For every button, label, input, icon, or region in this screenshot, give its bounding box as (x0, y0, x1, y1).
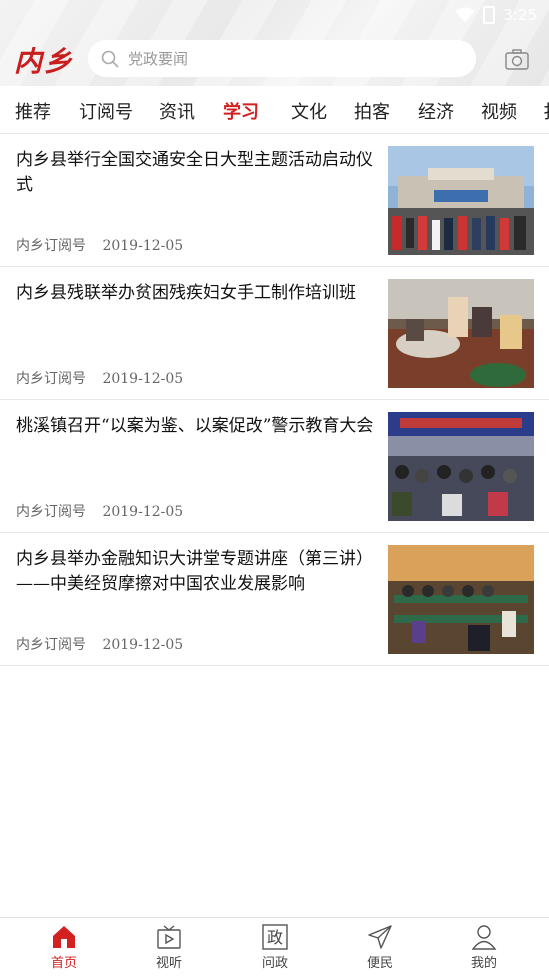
article-date: 2019-12-05 (102, 371, 184, 387)
article-thumbnail[interactable] (388, 412, 534, 521)
article-item[interactable]: 内乡县残联举办贫困残疾妇女手工制作培训班 内乡订阅号 2019-12-05 (0, 267, 549, 400)
bottom-nav: 首页 视听 政 问政 便民 我的 (0, 917, 549, 976)
article-date: 2019-12-05 (102, 637, 184, 653)
article-title[interactable]: 桃溪镇召开“以案为鉴、以案促改”警示教育大会 (16, 414, 378, 439)
nav-home[interactable]: 首页 (34, 924, 94, 971)
article-date: 2019-12-05 (102, 504, 184, 520)
article-meta: 内乡订阅号 2019-12-05 (16, 634, 183, 654)
article-title[interactable]: 内乡县举行全国交通安全日大型主题活动启动仪式 (16, 148, 378, 198)
article-item[interactable]: 桃溪镇召开“以案为鉴、以案促改”警示教育大会 内乡订阅号 2019-12-05 (0, 400, 549, 533)
home-icon (53, 926, 75, 948)
article-meta: 内乡订阅号 2019-12-05 (16, 368, 183, 388)
article-meta: 内乡订阅号 2019-12-05 (16, 501, 183, 521)
article-thumbnail[interactable] (388, 146, 534, 255)
tab-more[interactable]: 扌 (543, 98, 549, 124)
article-source: 内乡订阅号 (16, 371, 86, 387)
article-title[interactable]: 内乡县举办金融知识大讲堂专题讲座（第三讲）——中美经贸摩擦对中国农业发展影响 (16, 547, 378, 597)
search-input[interactable]: 党政要闻 (88, 40, 476, 77)
tab-news[interactable]: 资讯 (159, 98, 195, 124)
article-source: 内乡订阅号 (16, 504, 86, 520)
wifi-icon (455, 7, 476, 22)
nav-profile[interactable]: 我的 (454, 924, 514, 971)
article-thumbnail[interactable] (388, 545, 534, 654)
article-source: 内乡订阅号 (16, 238, 86, 254)
status-bar: 3:25 (455, 4, 537, 26)
nav-profile-label: 我的 (470, 956, 497, 971)
article-title[interactable]: 内乡县残联举办贫困残疾妇女手工制作培训班 (16, 281, 378, 306)
tv-icon (157, 925, 181, 949)
header-bar: 3:25 内乡 党政要闻 (0, 0, 549, 86)
article-list: 内乡县举行全国交通安全日大型主题活动启动仪式 内乡订阅号 2019-12-05 … (0, 134, 549, 666)
nav-audio-video-label: 视听 (155, 956, 182, 971)
tab-subscriptions[interactable]: 订阅号 (79, 98, 133, 124)
government-icon: 政 (262, 924, 288, 950)
article-meta: 内乡订阅号 2019-12-05 (16, 235, 183, 255)
article-source: 内乡订阅号 (16, 637, 86, 653)
nav-audio-video[interactable]: 视听 (139, 924, 199, 971)
tab-video[interactable]: 视频 (481, 98, 517, 124)
nav-home-label: 首页 (50, 956, 77, 971)
category-tabs: 推荐 订阅号 资讯 学习 文化 拍客 经济 视频 扌 (0, 86, 549, 134)
status-time: 3:25 (503, 6, 537, 24)
article-item[interactable]: 内乡县举办金融知识大讲堂专题讲座（第三讲）——中美经贸摩擦对中国农业发展影响 内… (0, 533, 549, 666)
nav-services[interactable]: 便民 (350, 924, 410, 971)
send-icon (368, 925, 392, 949)
app-logo[interactable]: 内乡 (14, 40, 74, 80)
search-placeholder: 党政要闻 (128, 50, 189, 68)
tab-study[interactable]: 学习 (223, 98, 259, 124)
nav-services-label: 便民 (366, 956, 393, 971)
tab-recommend[interactable]: 推荐 (15, 98, 51, 124)
article-item[interactable]: 内乡县举行全国交通安全日大型主题活动启动仪式 内乡订阅号 2019-12-05 (0, 134, 549, 267)
tab-culture[interactable]: 文化 (291, 98, 327, 124)
search-icon (101, 50, 119, 68)
user-icon (471, 925, 497, 950)
nav-inquiry[interactable]: 政 问政 (245, 924, 305, 971)
tab-photographer[interactable]: 拍客 (354, 98, 390, 124)
tab-economy[interactable]: 经济 (418, 98, 454, 124)
camera-icon[interactable] (505, 48, 529, 70)
article-thumbnail[interactable] (388, 279, 534, 388)
article-date: 2019-12-05 (102, 238, 184, 254)
nav-inquiry-label: 问政 (261, 956, 288, 971)
battery-icon (483, 6, 496, 24)
svg-text:政: 政 (267, 928, 283, 947)
